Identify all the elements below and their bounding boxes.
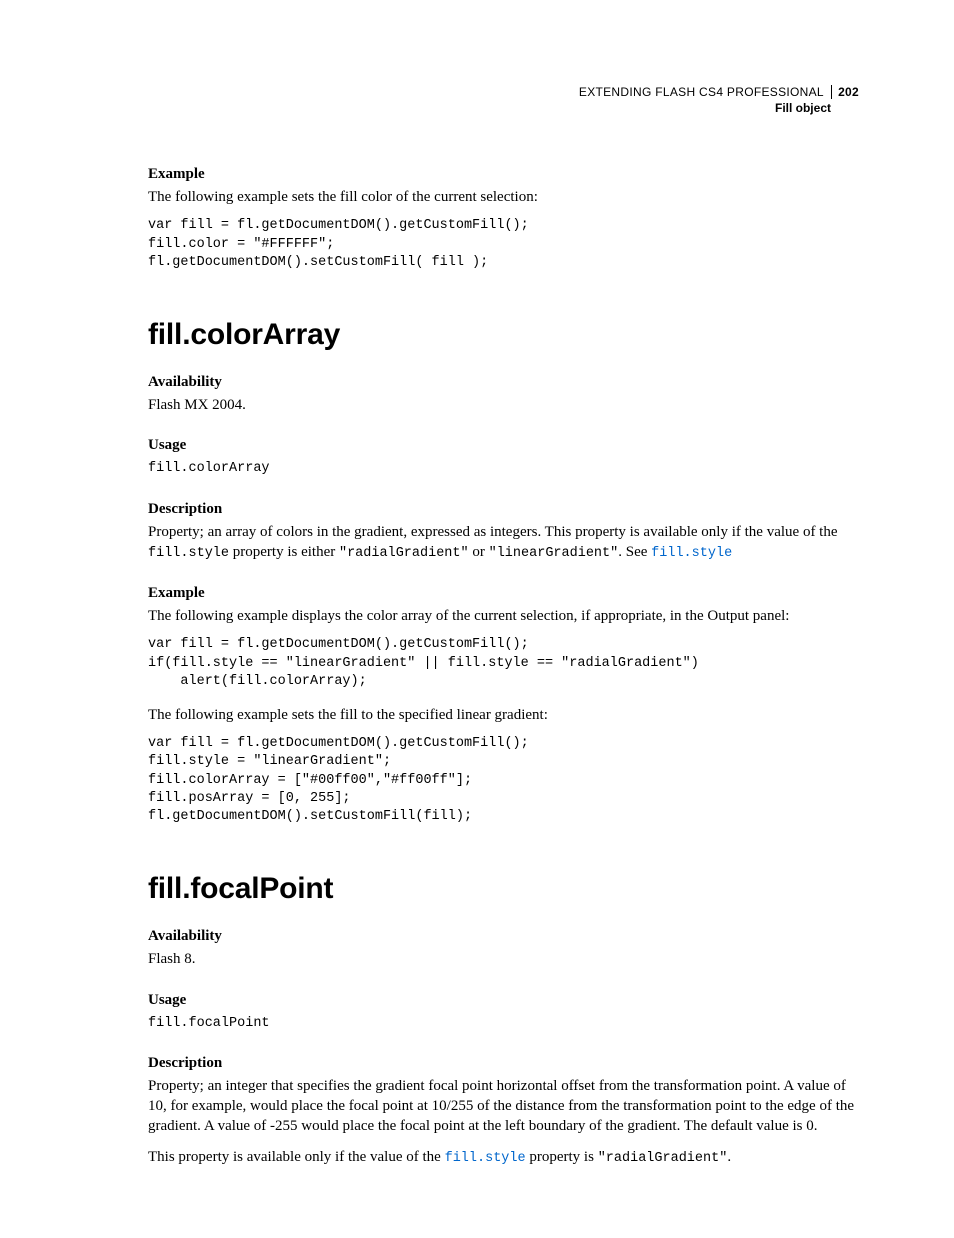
inline-code: "linearGradient" (489, 546, 619, 561)
desc-text: property is either (229, 544, 339, 560)
api-title-colorarray: fill.colorArray (148, 318, 859, 352)
inline-code: "radialGradient" (598, 1151, 728, 1166)
section-name: Fill object (148, 101, 859, 117)
description-text: Property; an array of colors in the grad… (148, 522, 859, 563)
desc-text: or (469, 544, 489, 560)
availability-text: Flash 8. (148, 949, 859, 969)
description-heading: Description (148, 1055, 859, 1072)
code-block: var fill = fl.getDocumentDOM().getCustom… (148, 217, 859, 272)
example-heading: Example (148, 585, 859, 602)
fill-style-link[interactable]: fill.style (445, 1151, 526, 1166)
inline-code: "radialGradient" (339, 546, 469, 561)
example-intro: The following example displays the color… (148, 606, 859, 626)
desc-text: This property is available only if the v… (148, 1149, 445, 1165)
desc-text: property is (526, 1149, 598, 1165)
example-intro: The following example sets the fill colo… (148, 187, 859, 207)
page-content: EXTENDING FLASH CS4 PROFESSIONAL 202 Fil… (0, 0, 954, 1238)
description-heading: Description (148, 501, 859, 518)
usage-heading: Usage (148, 992, 859, 1009)
example-heading: Example (148, 166, 859, 183)
availability-heading: Availability (148, 928, 859, 945)
usage-code: fill.focalPoint (148, 1015, 859, 1033)
usage-code: fill.colorArray (148, 460, 859, 478)
code-block: var fill = fl.getDocumentDOM().getCustom… (148, 636, 859, 691)
usage-heading: Usage (148, 437, 859, 454)
api-title-focalpoint: fill.focalPoint (148, 872, 859, 906)
example-intro: The following example sets the fill to t… (148, 705, 859, 725)
doc-title: EXTENDING FLASH CS4 PROFESSIONAL (579, 85, 824, 99)
code-block: var fill = fl.getDocumentDOM().getCustom… (148, 735, 859, 826)
fill-style-link[interactable]: fill.style (651, 546, 732, 561)
page-header: EXTENDING FLASH CS4 PROFESSIONAL 202 Fil… (148, 85, 859, 116)
desc-text: . (727, 1149, 731, 1165)
desc-text: . See (618, 544, 651, 560)
description-text-2: This property is available only if the v… (148, 1147, 859, 1168)
availability-heading: Availability (148, 374, 859, 391)
desc-text: Property; an array of colors in the grad… (148, 524, 838, 540)
header-title-line: EXTENDING FLASH CS4 PROFESSIONAL 202 (148, 85, 859, 101)
availability-text: Flash MX 2004. (148, 395, 859, 415)
page-number: 202 (831, 85, 859, 99)
inline-code: fill.style (148, 546, 229, 561)
description-text: Property; an integer that specifies the … (148, 1076, 859, 1137)
